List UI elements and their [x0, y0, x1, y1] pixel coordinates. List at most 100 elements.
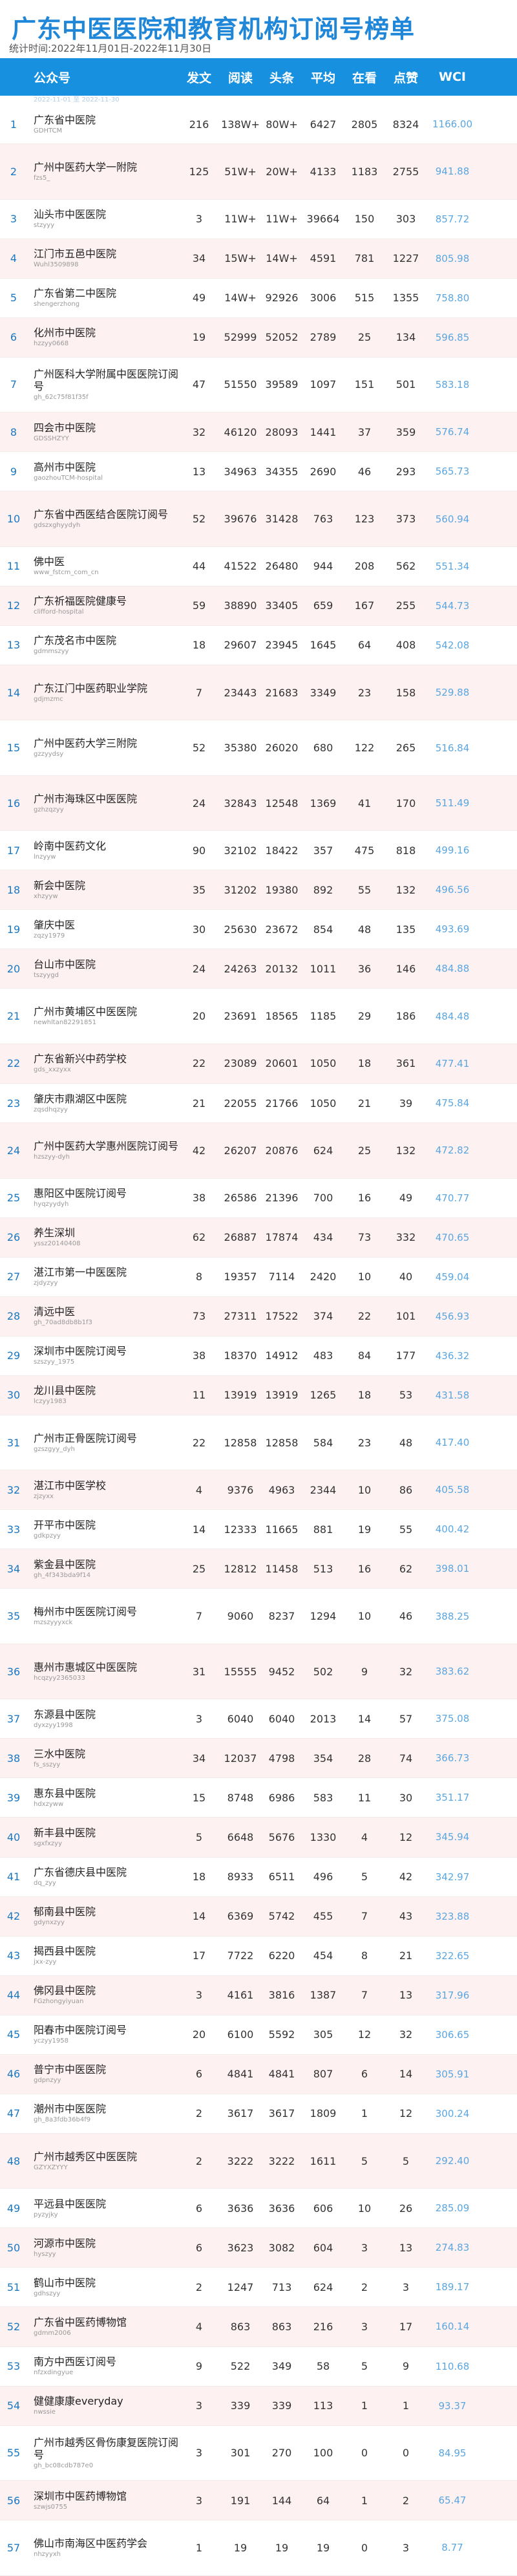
account-cell[interactable]: 揭西县中医院 jxx-zyy: [27, 1945, 178, 1966]
account-cell[interactable]: 汕头市中医医院 stzyyy: [27, 208, 178, 230]
likes-cell: 7: [361, 1989, 368, 2002]
table-row: 33 开平市中医院 gdkpzyy 14 12333 11665 881 19 55 400.42: [0, 1510, 517, 1550]
rank-cell: 45: [6, 2028, 21, 2041]
account-cell[interactable]: 广东省德庆县中医院 dq_zyy: [27, 1866, 178, 1887]
account-cell[interactable]: 广州市越秀区骨伤康复医院订阅号 gh_bc08cdb787e0: [27, 2436, 178, 2470]
wci-cell: 1166.00: [432, 118, 473, 131]
account-cell[interactable]: 深圳市中医药博物馆 szwjs0755: [27, 2490, 178, 2511]
account-name: 佛中医: [34, 555, 65, 568]
account-cell[interactable]: 新丰县中医院 sgxfxzyy: [27, 1827, 178, 1848]
reads-cell: 46120: [224, 425, 257, 438]
account-cell[interactable]: 龙川县中医院 lczyy1983: [27, 1384, 178, 1406]
account-cell[interactable]: 惠阳区中医院订阅号 hyqzyydyh: [27, 1187, 178, 1208]
header-headline: 头条: [269, 70, 294, 85]
avg-cell: 944: [313, 560, 333, 573]
account-cell[interactable]: 广州市黄埔区中医医院 newhltan82291851: [27, 1005, 178, 1027]
likes-cell: 123: [354, 513, 375, 525]
account-cell[interactable]: 深圳市中医院订阅号 szszyy_1975: [27, 1345, 178, 1366]
likes-cell: 475: [354, 844, 375, 857]
headline-cell: 17522: [265, 1310, 299, 1323]
account-cell[interactable]: 新会中医院 xhzyyw: [27, 879, 178, 901]
avg-cell: 39664: [306, 213, 340, 226]
likes-cell: 23: [357, 1436, 372, 1449]
avg-cell: 305: [313, 2028, 333, 2041]
wci-cell: 93.37: [438, 2399, 467, 2412]
account-cell[interactable]: 广州市海珠区中医医院 gzhzqzyy: [27, 793, 178, 814]
zan-cell: 13: [399, 1989, 413, 2002]
account-cell[interactable]: 潮州市中医医院 gh_8a3fdb36b4f9: [27, 2103, 178, 2124]
account-name: 健健康康everyday: [34, 2395, 123, 2408]
account-cell[interactable]: 惠州市惠城区中医医院 hcqzyy2365033: [27, 1661, 178, 1682]
account-cell[interactable]: 广东省中西医结合医院订阅号 gdszxghyydyh: [27, 508, 178, 530]
reads-cell: 863: [230, 2320, 251, 2333]
account-name: 平远县中医医院: [34, 2197, 107, 2210]
account-id: zqzy1979: [34, 932, 65, 939]
reads-cell: 301: [230, 2447, 251, 2460]
account-cell[interactable]: 广州中医药大学三附院 gzzyydsy: [27, 737, 178, 758]
wci-cell: 499.16: [435, 844, 470, 857]
account-cell[interactable]: 郁南县中医院 gdynxzyy: [27, 1905, 178, 1927]
account-cell[interactable]: 广州市越秀区中医医院 GZYXZYYY: [27, 2151, 178, 2172]
account-cell[interactable]: 广东祈福医院健康号 clifford-hospital: [27, 595, 178, 616]
table-row: 43 揭西县中医院 jxx-zyy 17 7722 6220 454 8 21 322.65: [0, 1936, 517, 1976]
account-cell[interactable]: 南方中西医订阅号 nfzxdingyue: [27, 2356, 178, 2377]
account-cell[interactable]: 健健康康everyday nwssie: [27, 2395, 178, 2416]
account-cell[interactable]: 梅州市中医医院订阅号 mzszyyyxck: [27, 1605, 178, 1627]
avg-cell: 502: [313, 1665, 333, 1678]
account-cell[interactable]: 鹤山市中医院 gdhszyy: [27, 2277, 178, 2298]
account-cell[interactable]: 肇庆中医 zqzy1979: [27, 919, 178, 940]
zan-cell: 2: [402, 2494, 410, 2507]
account-cell[interactable]: 台山市中医院 tszyygd: [27, 958, 178, 980]
likes-cell: 1: [361, 2107, 368, 2120]
account-cell[interactable]: 湛江市第一中医医院 zjdyzyy: [27, 1266, 178, 1287]
account-cell[interactable]: 江门市五邑中医院 Wuhl3509898: [27, 248, 178, 269]
reads-cell: 522: [230, 2360, 251, 2373]
account-cell[interactable]: 广州中医药大学惠州医院订阅号 hzszyy-dyh: [27, 1140, 178, 1161]
account-cell[interactable]: 普宁市中医医院 gdpnzyy: [27, 2063, 178, 2085]
account-cell[interactable]: 广东省新兴中药学校 gds_xxzyxx: [27, 1053, 178, 1074]
zan-cell: 53: [399, 1389, 413, 1402]
account-cell[interactable]: 广东茂名市中医院 gdmmszyy: [27, 634, 178, 656]
account-cell[interactable]: 紫金县中医院 gh_4f343bda9f14: [27, 1558, 178, 1580]
account-cell[interactable]: 岭南中医药文化 lnzyyw: [27, 840, 178, 861]
account-id: zjzyxx: [34, 1492, 54, 1500]
account-cell[interactable]: 广州市正骨医院订阅号 gzszgyy_dyh: [27, 1432, 178, 1454]
likes-cell: 4: [361, 1830, 368, 1843]
posts-cell: 9: [195, 2360, 203, 2373]
wci-cell: 459.04: [435, 1271, 470, 1283]
account-cell[interactable]: 四会市中医院 GDSSHZYY: [27, 422, 178, 443]
account-cell[interactable]: 广东省中医药博物馆 gdmm2006: [27, 2316, 178, 2337]
account-name: 揭西县中医院: [34, 1945, 96, 1958]
rank-cell: 46: [6, 2068, 21, 2081]
headline-cell: 4963: [268, 1483, 295, 1496]
rank-cell: 53: [6, 2360, 21, 2373]
account-cell[interactable]: 平远县中医医院 pyzyjky: [27, 2198, 178, 2219]
account-cell[interactable]: 养生深圳 yssz20140408: [27, 1227, 178, 1248]
likes-cell: 6: [361, 2068, 368, 2081]
account-cell[interactable]: 广州中医药大学一附院 fzs5_: [27, 161, 178, 182]
account-id: gzzyydsy: [34, 751, 64, 758]
account-cell[interactable]: 佛中医 www_fstcm_com_cn: [27, 555, 178, 577]
account-cell[interactable]: 广东江门中医药职业学院 gdjmzmc: [27, 682, 178, 703]
account-cell[interactable]: 清远中医 gh_70ad8db8b1f3: [27, 1305, 178, 1327]
table-row: 7 广州医科大学附属中医医院订阅号 gh_62c75f81f35f 47 51550 39…: [0, 357, 517, 413]
account-cell[interactable]: 阳春市中医院订阅号 yczyy1958: [27, 2024, 178, 2045]
account-cell[interactable]: 广东省中医院 GDHTCM: [27, 114, 178, 135]
account-cell[interactable]: 惠东县中医院 hdxzyww: [27, 1787, 178, 1809]
account-cell[interactable]: 佛山市南海区中医药学会 nhzyyxh: [27, 2537, 178, 2559]
avg-cell: 2013: [310, 1712, 337, 1725]
table-row: 35 梅州市中医医院订阅号 mzszyyyxck 7 9060 8237 1294 10 46 3…: [0, 1589, 517, 1644]
account-cell[interactable]: 高州市中医院 gaozhouTCM-hospital: [27, 461, 178, 482]
account-cell[interactable]: 湛江市中医学校 zjzyxx: [27, 1479, 178, 1501]
reads-cell: 8748: [227, 1791, 254, 1804]
account-cell[interactable]: 河源市中医院 hyszyy: [27, 2237, 178, 2259]
account-cell[interactable]: 开平市中医院 gdkpzyy: [27, 1519, 178, 1540]
account-cell[interactable]: 广东省第二中医院 shengerzhong: [27, 287, 178, 308]
account-cell[interactable]: 东源县中医院 dyxzyy1998: [27, 1708, 178, 1730]
account-cell[interactable]: 肇庆市鼎湖区中医院 zqsdhqzyy: [27, 1093, 178, 1114]
account-cell[interactable]: 广州医科大学附属中医医院订阅号 gh_62c75f81f35f: [27, 368, 178, 402]
account-name: 阳春市中医院订阅号: [34, 2024, 127, 2037]
account-cell[interactable]: 佛冈县中医院 FGzhongyiyuan: [27, 1984, 178, 2006]
account-cell[interactable]: 三水中医院 fs_sszyy: [27, 1748, 178, 1769]
account-cell[interactable]: 化州市中医院 hzzyy0668: [27, 327, 178, 348]
